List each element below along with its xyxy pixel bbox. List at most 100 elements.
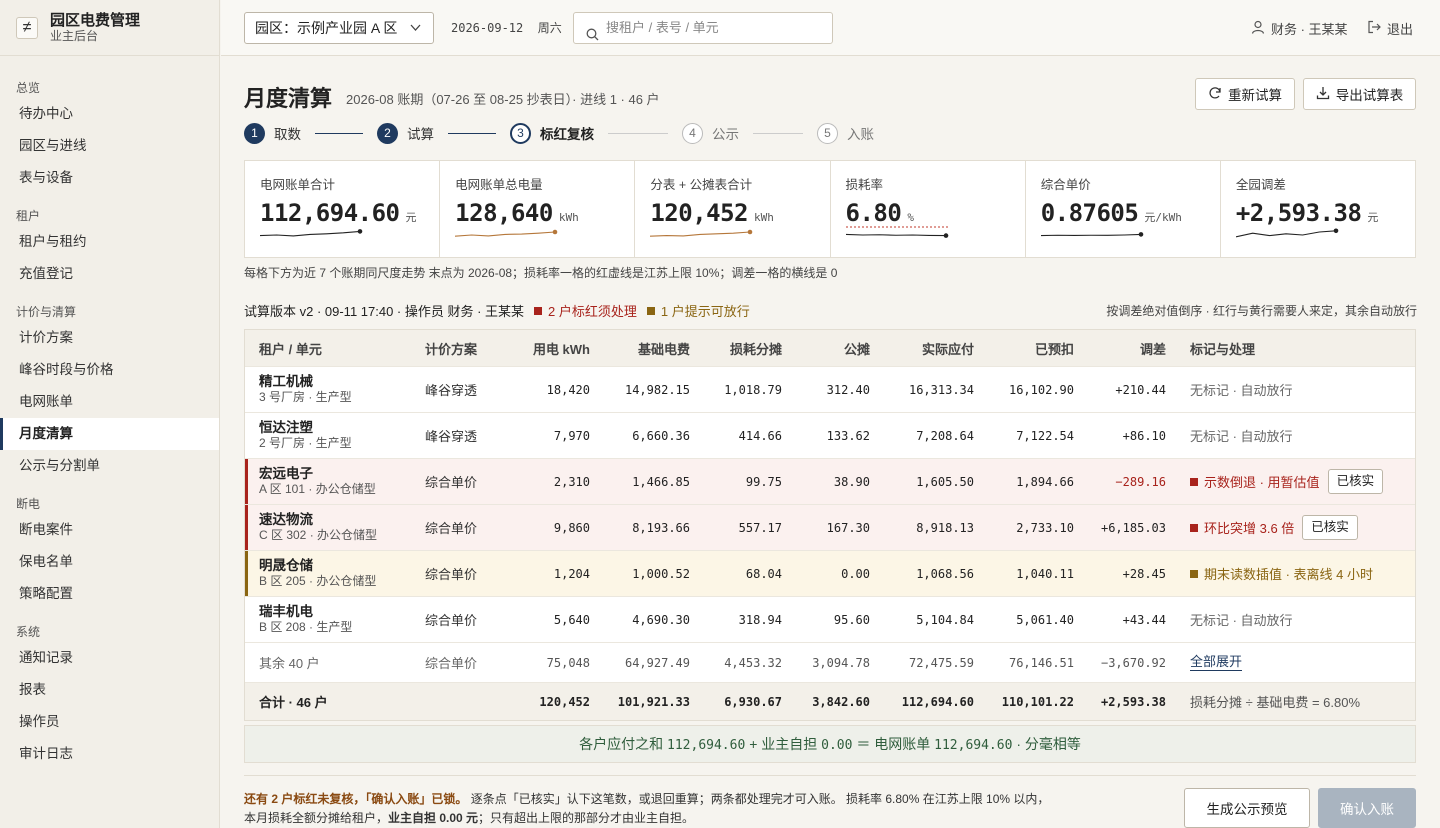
- step-number: 2: [377, 122, 398, 144]
- sidebar-item[interactable]: 月度清算: [0, 418, 219, 450]
- diff-cell: +210.44: [1115, 382, 1166, 397]
- kpi-label: 电网账单总电量: [455, 178, 543, 192]
- tenant-name: 明晟仓储: [259, 558, 313, 573]
- sidebar-item[interactable]: 表与设备: [0, 162, 219, 194]
- kpi-value: +2,593.38 元: [1236, 199, 1415, 227]
- expand-all-link[interactable]: 全部展开: [1190, 654, 1243, 671]
- footer-divider: [244, 775, 1416, 776]
- sparkline-path: [1235, 230, 1336, 238]
- prepaid-cell: 7,122.54: [1016, 428, 1074, 443]
- loss-cell: 4,453.32: [724, 655, 782, 670]
- sidebar-item[interactable]: 充值登记: [0, 258, 219, 290]
- kpi-sparkline: [1040, 232, 1143, 237]
- kpi-label: 损耗率: [845, 178, 884, 192]
- table-row[interactable]: 精工机械 3 号厂房 · 生产型 峰谷穿透 18,420 14,982.15 1,018.…: [245, 367, 1415, 413]
- kpi-note: 每格下方为近 7 个账期同尺度走势 末点为 2026-08；损耗率一格的红虚线是…: [244, 266, 838, 280]
- balance-value-2: 0.00: [821, 738, 853, 753]
- kpi-sparkline: [650, 229, 753, 237]
- sidebar-item[interactable]: 待办中心: [0, 98, 219, 130]
- park-select[interactable]: 园区：示例产业园 A 区: [244, 12, 434, 44]
- sidebar-item[interactable]: 断电案件: [0, 514, 219, 546]
- table-row[interactable]: 瑞丰机电 B 区 208 · 生产型 综合单价 5,640 4,690.30 318.94…: [245, 597, 1415, 643]
- flag-square: [1190, 569, 1198, 578]
- tenant-name: 宏远电子: [259, 466, 313, 481]
- table-row[interactable]: 明晟仓储 B 区 205 · 办公仓储型 综合单价 1,204 1,000.52 68.0…: [245, 551, 1415, 597]
- tenant-unit: 3 号厂房 · 生产型: [259, 390, 352, 404]
- preview-button[interactable]: 生成公示预览: [1184, 788, 1310, 828]
- flag-cell: 无标记 · 自动放行: [1166, 380, 1415, 399]
- verify-button[interactable]: 已核实: [1327, 469, 1384, 494]
- flag-square: [1190, 477, 1198, 486]
- shared-cell: 95.60: [833, 612, 870, 627]
- workflow-steps: 1 取数 2 试算 3 标红复核 4 公示 5 入账: [244, 122, 874, 144]
- tenant-cell: 宏远电子 A 区 101 · 办公仓储型: [245, 466, 425, 497]
- preview-label: 生成公示预览: [1206, 802, 1288, 817]
- sidebar-item[interactable]: 公示与分割单: [0, 450, 219, 482]
- sparkline-path: [650, 231, 751, 237]
- sparkline-last-point: [1138, 232, 1143, 237]
- base-cell: 8,193.66: [632, 520, 690, 535]
- total-label: 合计 · 46 户: [259, 695, 328, 710]
- sidebar: ≠ 园区电费管理 业主后台 总览 待办中心 园区与进线 表与设备 租户 租户与租约 充值登记…: [0, 0, 220, 828]
- kwh-cell: 18,420: [546, 382, 590, 397]
- kpi-card: 综合单价 0.87605 元/kWh: [1026, 161, 1221, 257]
- loss-cell: 557.17: [738, 520, 782, 535]
- step-label: 取数: [274, 127, 301, 142]
- tenant-name: 速达物流: [259, 512, 313, 527]
- loss-cell: 99.75: [745, 474, 782, 489]
- table-row[interactable]: 宏远电子 A 区 101 · 办公仓储型 综合单价 2,310 1,466.85 99.7…: [245, 459, 1415, 505]
- red-flag-square: [534, 306, 543, 315]
- recompute-button[interactable]: 重新试算: [1195, 78, 1295, 110]
- column-header: 调差: [1139, 341, 1166, 357]
- sidebar-item[interactable]: 峰谷时段与价格: [0, 354, 219, 386]
- row-flag-bar: [245, 505, 248, 550]
- footer-text-1: 逐条点「已核实」认下这笔数，或退回重算；两条都处理完才可入账。 损耗率 6.80…: [470, 792, 1050, 806]
- refresh-icon: [1208, 86, 1222, 103]
- verify-button[interactable]: 已核实: [1302, 515, 1358, 540]
- kpi-value: 112,694.60 元: [260, 199, 439, 227]
- column-header: 计价方案: [425, 341, 478, 357]
- search-input[interactable]: 搜租户 / 表号 / 单元: [573, 12, 833, 44]
- sparkline-last-point: [1333, 228, 1339, 234]
- due-cell: 1,605.50: [916, 474, 974, 489]
- brand-title: 园区电费管理: [50, 11, 141, 29]
- download-icon: [1316, 86, 1330, 103]
- prepaid-total-cell: 110,101.22: [1001, 694, 1074, 709]
- footer-text-2b: 业主自担 0.00 元: [388, 811, 479, 825]
- kpi-value: 120,452 kWh: [650, 199, 829, 227]
- diff-cell: +6,185.03: [1100, 520, 1166, 535]
- shared-cell: 133.62: [826, 428, 870, 443]
- export-label: 导出试算表: [1335, 88, 1404, 103]
- sidebar-item[interactable]: 租户与租约: [0, 226, 219, 258]
- sidebar-item[interactable]: 策略配置: [0, 578, 219, 610]
- sidebar-item[interactable]: 保电名单: [0, 546, 219, 578]
- balance-label-3: ＝ 电网账单: [856, 736, 931, 752]
- export-button[interactable]: 导出试算表: [1303, 78, 1416, 110]
- recompute-label: 重新试算: [1228, 88, 1282, 103]
- step-1: 1 取数: [244, 122, 301, 144]
- sidebar-item[interactable]: 电网账单: [0, 386, 219, 418]
- tenant-unit: 2 号厂房 · 生产型: [259, 436, 352, 450]
- step-4: 4 公示: [682, 122, 739, 144]
- user-menu[interactable]: 财务 · 王某某: [1251, 19, 1348, 38]
- version-line: 试算版本 v2 · 09-11 17:40 · 操作员 财务 · 王某某 2 户…: [244, 301, 750, 320]
- kpi-number: 0.87605: [1040, 199, 1139, 227]
- kwh-cell: 9,860: [553, 520, 590, 535]
- sidebar-item[interactable]: 操作员: [0, 706, 219, 738]
- sidebar-item[interactable]: 通知记录: [0, 642, 219, 674]
- table-row[interactable]: 恒达注塑 2 号厂房 · 生产型 峰谷穿透 7,970 6,660.36 414.66 13…: [245, 413, 1415, 459]
- prepaid-cell: 1,894.66: [1016, 474, 1074, 489]
- sidebar-item[interactable]: 园区与进线: [0, 130, 219, 162]
- sidebar-item[interactable]: 审计日志: [0, 738, 219, 770]
- loss-cell: 68.04: [745, 566, 782, 581]
- sidebar-item[interactable]: 报表: [0, 674, 219, 706]
- step-label: 公示: [712, 127, 739, 142]
- table-row[interactable]: 速达物流 C 区 302 · 办公仓储型 综合单价 9,860 8,193.66 557.…: [245, 505, 1415, 551]
- page-subtitle: 2026-08 账期（07-26 至 08-25 抄表日）· 进线 1 · 46…: [346, 92, 660, 107]
- kpi-unit: 元/kWh: [1144, 211, 1182, 224]
- kpi-card: 电网账单合计 112,694.60 元: [245, 161, 441, 257]
- flag-cell: 示数倒退 · 用暂估值 已核实: [1166, 469, 1415, 494]
- logout-button[interactable]: 退出: [1367, 19, 1413, 38]
- sidebar-item[interactable]: 计价方案: [0, 322, 219, 354]
- confirm-button[interactable]: 确认入账: [1318, 788, 1416, 828]
